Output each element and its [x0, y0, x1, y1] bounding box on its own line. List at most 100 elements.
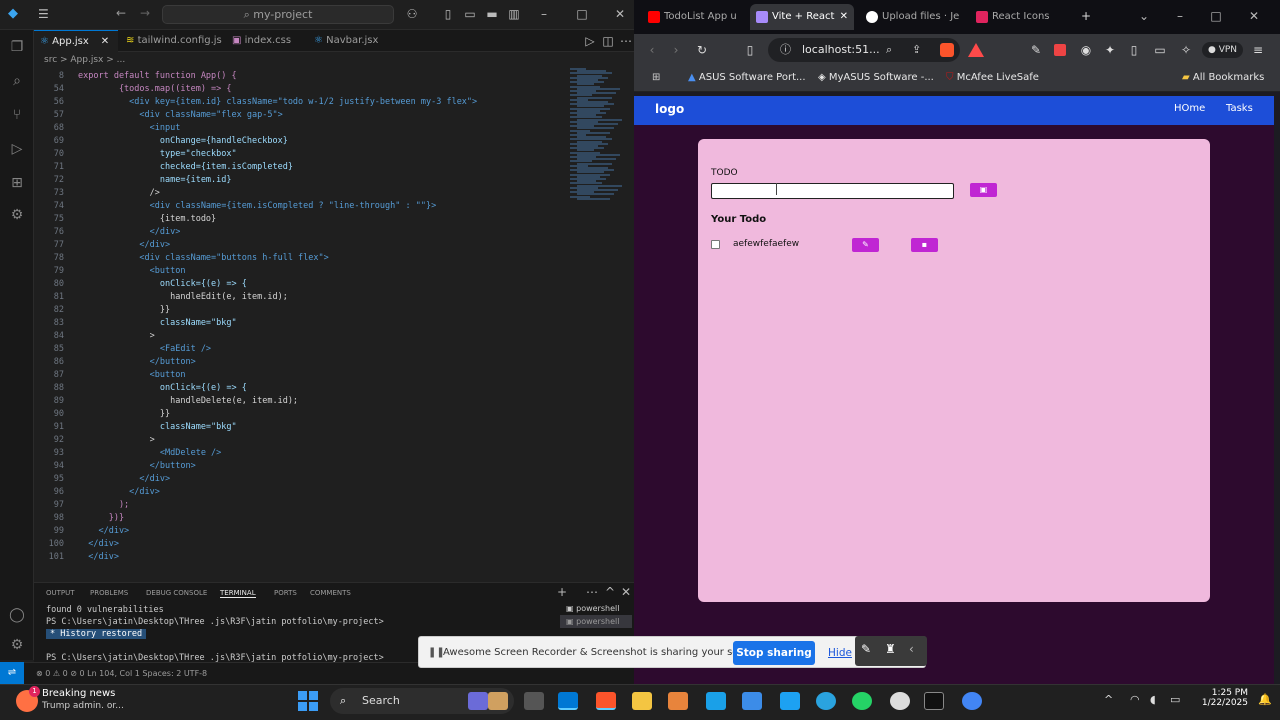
code-line[interactable]: 70 type="checkbox" [34, 148, 564, 161]
panel-tab-problems[interactable]: PROBLEMS [90, 589, 128, 597]
bookmark-asus-software[interactable]: ▲ ASUS Software Port... [688, 72, 806, 83]
extension-icon[interactable] [1054, 44, 1066, 56]
terminal-app-icon[interactable] [924, 692, 944, 710]
minimize-icon[interactable]: – [1172, 9, 1188, 23]
code-line[interactable]: 89 handleDelete(e, item.id); [34, 395, 564, 408]
code-line[interactable]: 74 <div className={item.isCompleted ? "l… [34, 200, 564, 213]
brave-rewards-icon[interactable] [968, 43, 984, 57]
collapse-icon[interactable]: ‹ [909, 642, 914, 656]
code-line[interactable]: 76 </div> [34, 226, 564, 239]
nav-tasks-link[interactable]: Tasks [1226, 103, 1253, 114]
code-line[interactable]: 95 </div> [34, 473, 564, 486]
close-icon[interactable]: ✕ [612, 7, 628, 21]
leo-ai-icon[interactable]: ✧ [1178, 43, 1194, 57]
minimap[interactable] [568, 68, 630, 578]
panel-tab-debug-console[interactable]: DEBUG CONSOLE [146, 589, 207, 597]
terminal-list-item[interactable]: ▣ powershell [560, 602, 632, 615]
code-line[interactable]: 90 }} [34, 408, 564, 421]
maximize-panel-icon[interactable]: ^ [602, 585, 618, 599]
browser-tab-react-icons[interactable]: React Icons [970, 4, 1070, 30]
all-bookmarks[interactable]: ▰ All Bookmarks [1182, 72, 1264, 83]
status-text[interactable]: ⊗ 0 ⚠ 0 ⊘ 0 Ln 104, Col 1 Spaces: 2 UTF-… [36, 669, 207, 678]
store-icon[interactable] [742, 692, 762, 710]
notification-bell-icon[interactable]: 🔔 [1258, 693, 1272, 706]
tab-app-jsx[interactable]: ⚛ App.jsx ✕ [34, 30, 118, 52]
code-line[interactable]: 84 > [34, 330, 564, 343]
search-sidebar-icon[interactable]: ⌕ [8, 72, 26, 90]
back-icon[interactable]: ‹ [644, 43, 660, 57]
code-line[interactable]: 100 </div> [34, 538, 564, 551]
terminal-list-item[interactable]: ▣ powershell [560, 615, 632, 628]
code-line[interactable]: 71 checked={item.isCompleted} [34, 161, 564, 174]
todo-input[interactable] [711, 183, 954, 199]
code-line[interactable]: 56 <div key={item.id} className="todo w-… [34, 96, 564, 109]
code-line[interactable]: 94 </button> [34, 460, 564, 473]
panel-tab-ports[interactable]: PORTS [274, 589, 297, 597]
split-editor-icon[interactable]: ◫ [600, 34, 616, 48]
camera-icon[interactable]: ◉ [1078, 43, 1094, 57]
page-scrollbar[interactable] [1274, 96, 1280, 684]
bookmark-icon[interactable]: ▯ [742, 43, 758, 57]
run-icon[interactable]: ▷ [582, 34, 598, 48]
code-line[interactable]: 79 <button [34, 265, 564, 278]
code-line[interactable]: 77 </div> [34, 239, 564, 252]
layout-panel-bottom-icon[interactable]: ▬ [484, 7, 500, 21]
source-control-icon[interactable]: ⑂ [8, 106, 26, 124]
code-line[interactable]: 80 onClick={(e) => { [34, 278, 564, 291]
whatsapp-icon[interactable] [852, 692, 872, 710]
nav-home-link[interactable]: HOme [1174, 103, 1205, 114]
edit-button[interactable]: ✎ [852, 238, 879, 252]
photos-icon[interactable] [706, 692, 726, 710]
vpn-button[interactable]: ● VPN [1202, 42, 1244, 58]
clock[interactable]: 1:25 PM 1/22/2025 [1196, 688, 1248, 708]
wallet-icon[interactable]: ▭ [1152, 43, 1168, 57]
panel-tab-terminal[interactable]: TERMINAL [220, 589, 256, 598]
reload-icon[interactable]: ↻ [694, 43, 710, 57]
new-tab-icon[interactable]: + [1078, 9, 1094, 23]
more-actions-icon[interactable]: ⋯ [584, 585, 600, 599]
new-terminal-icon[interactable]: + [554, 585, 570, 599]
brave-shield-icon[interactable] [940, 43, 954, 57]
code-line[interactable]: 8 export default function App() { [34, 70, 564, 83]
app-icon[interactable] [668, 692, 688, 710]
brave-app-icon[interactable] [596, 692, 616, 710]
forward-icon[interactable]: › [668, 43, 684, 57]
code-line[interactable]: 83 className="bkg" [34, 317, 564, 330]
tray-chevron-icon[interactable]: ^ [1104, 693, 1113, 706]
code-line[interactable]: 69 onChange={handleCheckbox} [34, 135, 564, 148]
code-line[interactable]: 101 </div> [34, 551, 564, 564]
forward-arrow-icon[interactable]: → [140, 6, 150, 20]
extensions-puzzle-icon[interactable]: ✎ [1028, 43, 1044, 57]
task-view-icon[interactable] [524, 692, 544, 710]
news-title[interactable]: Breaking news [42, 688, 115, 699]
sidebar-icon[interactable]: ▯ [1126, 43, 1142, 57]
twitter-icon[interactable] [780, 692, 800, 710]
code-line[interactable]: 99 </div> [34, 525, 564, 538]
account-icon[interactable]: ◯ [8, 606, 26, 624]
code-line[interactable]: 72 name={item.id} [34, 174, 564, 187]
settings-gear-icon[interactable]: ⚙ [8, 636, 26, 654]
browser-tab-todolist[interactable]: TodoList App u [642, 4, 744, 30]
copilot-app-icon[interactable] [468, 692, 488, 710]
code-line[interactable]: 88 onClick={(e) => { [34, 382, 564, 395]
zoom-icon[interactable]: ⌕ [886, 38, 892, 62]
close-icon[interactable]: ✕ [1246, 9, 1262, 23]
vscode-app-icon[interactable] [558, 692, 578, 710]
start-button[interactable] [298, 691, 318, 711]
wifi-icon[interactable]: ◠ [1130, 693, 1140, 706]
explorer-icon[interactable]: ❐ [8, 38, 26, 56]
layout-panel-icon[interactable]: ▭ [462, 7, 478, 21]
code-line[interactable]: 68 <input [34, 122, 564, 135]
remote-icon[interactable]: ⚙ [8, 206, 26, 224]
remote-indicator-icon[interactable]: ⇌ [0, 662, 24, 684]
todo-checkbox[interactable] [711, 240, 720, 249]
back-arrow-icon[interactable]: ← [116, 6, 126, 20]
close-panel-icon[interactable]: ✕ [618, 585, 634, 599]
tab-navbar-jsx[interactable]: ⚛ Navbar.jsx [308, 30, 392, 52]
code-line[interactable]: 98 })} [34, 512, 564, 525]
layout-sidebar-icon[interactable]: ▯ [440, 7, 456, 21]
browser-tab-upload-files[interactable]: Upload files · Je [860, 4, 962, 30]
code-line[interactable]: 78 <div className="buttons h-full flex"> [34, 252, 564, 265]
battery-icon[interactable]: ▭ [1170, 693, 1180, 706]
maximize-icon[interactable]: □ [1208, 9, 1224, 23]
